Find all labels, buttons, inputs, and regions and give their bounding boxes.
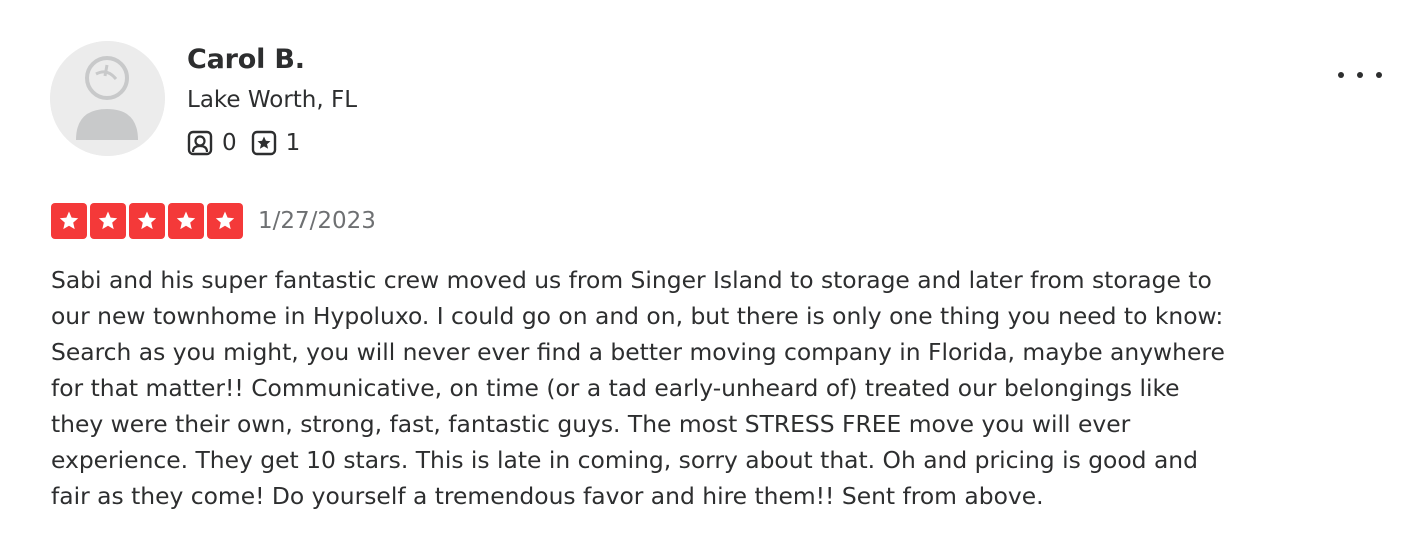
default-user-avatar-icon — [50, 41, 165, 156]
reviews-count: 1 — [285, 130, 301, 156]
review-text: Sabi and his super fantastic crew moved … — [51, 266, 1225, 510]
star-icon — [90, 203, 126, 239]
star-icon — [51, 203, 87, 239]
star-icon — [168, 203, 204, 239]
rating-row: 1/27/2023 — [51, 203, 376, 239]
star-icon — [207, 203, 243, 239]
star-icon — [129, 203, 165, 239]
more-options-dot — [1357, 72, 1363, 78]
user-location: Lake Worth, FL — [187, 87, 358, 113]
more-options-button[interactable] — [1338, 62, 1382, 88]
star-rating — [51, 203, 246, 239]
friends-count: 0 — [222, 130, 237, 156]
friends-stat: 0 — [187, 128, 237, 158]
friends-icon — [187, 130, 213, 156]
review-card: Carol B. Lake Worth, FL 0 1 1/27/2023 Sa… — [0, 0, 1406, 535]
reviews-icon — [251, 130, 276, 156]
more-options-dot — [1376, 72, 1382, 78]
more-options-icon — [1338, 72, 1344, 78]
reviews-stat: 1 — [251, 128, 301, 158]
user-stats: 0 1 — [187, 128, 314, 158]
user-avatar[interactable] — [50, 41, 165, 156]
review-date: 1/27/2023 — [258, 208, 376, 234]
user-name[interactable]: Carol B. — [187, 42, 305, 78]
